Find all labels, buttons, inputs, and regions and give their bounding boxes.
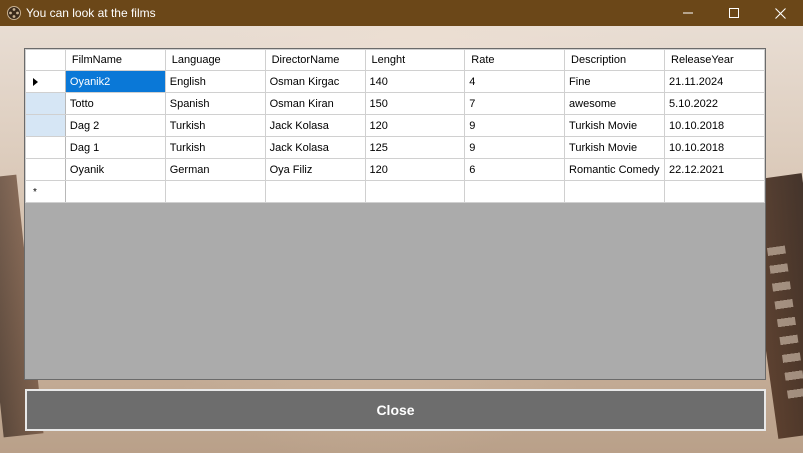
column-header-language[interactable]: Language — [164, 49, 266, 71]
row-header-new[interactable]: * — [25, 180, 66, 203]
table-cell[interactable]: 140 — [364, 70, 466, 93]
table-cell[interactable]: 9 — [464, 136, 566, 159]
new-row-marker: * — [33, 186, 37, 198]
column-header-rate[interactable]: Rate — [464, 49, 566, 71]
table-cell[interactable]: Turkish — [164, 136, 266, 159]
table-cell[interactable]: 150 — [364, 92, 466, 115]
table-row[interactable]: Oyanik2 English Osman Kirgac 140 4 Fine … — [25, 70, 765, 93]
row-header[interactable] — [25, 92, 66, 115]
column-header-description[interactable]: Description — [564, 49, 666, 71]
table-cell[interactable]: Spanish — [164, 92, 266, 115]
new-row-cell[interactable] — [164, 180, 266, 203]
table-cell[interactable]: Totto — [64, 92, 166, 115]
table-cell[interactable]: Turkish — [164, 114, 266, 137]
column-header-releaseyear[interactable]: ReleaseYear — [664, 49, 765, 71]
table-cell[interactable]: 120 — [364, 158, 466, 181]
table-cell[interactable]: 7 — [464, 92, 566, 115]
column-header-filmname[interactable]: FilmName — [64, 49, 166, 71]
table-cell[interactable]: 10.10.2018 — [664, 114, 765, 137]
table-cell[interactable]: Fine — [564, 70, 666, 93]
minimize-icon — [683, 12, 693, 14]
table-cell[interactable]: Oyanik2 — [64, 70, 166, 93]
table-row[interactable]: Dag 2 Turkish Jack Kolasa 120 9 Turkish … — [25, 114, 765, 137]
new-row-cell[interactable] — [464, 180, 566, 203]
table-cell[interactable]: 21.11.2024 — [664, 70, 765, 93]
film-reel-icon — [6, 5, 22, 21]
new-row-cell[interactable] — [364, 180, 466, 203]
title-bar[interactable]: You can look at the films — [0, 0, 803, 26]
table-cell[interactable]: awesome — [564, 92, 666, 115]
grid-corner-header[interactable] — [25, 49, 66, 71]
close-icon — [774, 7, 786, 19]
row-header[interactable] — [25, 114, 66, 137]
table-cell[interactable]: Turkish Movie — [564, 114, 666, 137]
table-row[interactable]: Totto Spanish Osman Kiran 150 7 awesome … — [25, 92, 765, 115]
new-row-cell[interactable] — [564, 180, 666, 203]
new-row-cell[interactable] — [64, 180, 166, 203]
current-row-arrow-icon — [33, 77, 38, 86]
table-cell[interactable]: Dag 1 — [64, 136, 166, 159]
close-button[interactable]: Close — [25, 389, 766, 431]
maximize-icon — [729, 8, 739, 18]
table-cell[interactable]: 120 — [364, 114, 466, 137]
table-cell[interactable]: 5.10.2022 — [664, 92, 765, 115]
new-row-cell[interactable] — [264, 180, 366, 203]
row-header[interactable] — [25, 158, 66, 181]
table-cell[interactable]: 125 — [364, 136, 466, 159]
table-cell[interactable]: Romantic Comedy — [564, 158, 666, 181]
films-data-grid[interactable]: FilmName Language DirectorName Lenght Ra… — [24, 48, 766, 380]
column-header-lenght[interactable]: Lenght — [364, 49, 466, 71]
table-cell[interactable]: Oya Filiz — [264, 158, 366, 181]
table-cell[interactable]: Osman Kiran — [264, 92, 366, 115]
table-cell[interactable]: 6 — [464, 158, 566, 181]
column-header-directorname[interactable]: DirectorName — [264, 49, 366, 71]
window-close-button[interactable] — [757, 0, 803, 26]
table-cell[interactable]: 4 — [464, 70, 566, 93]
maximize-button[interactable] — [711, 0, 757, 26]
table-cell[interactable]: 9 — [464, 114, 566, 137]
table-cell[interactable]: English — [164, 70, 266, 93]
new-row-cell[interactable] — [664, 180, 765, 203]
new-row[interactable]: * — [25, 180, 765, 203]
table-row[interactable]: Dag 1 Turkish Jack Kolasa 125 9 Turkish … — [25, 136, 765, 159]
table-cell[interactable]: Jack Kolasa — [264, 114, 366, 137]
row-header[interactable] — [25, 136, 66, 159]
table-cell[interactable]: Dag 2 — [64, 114, 166, 137]
table-cell[interactable]: German — [164, 158, 266, 181]
table-cell[interactable]: Oyanik — [64, 158, 166, 181]
table-cell[interactable]: 22.12.2021 — [664, 158, 765, 181]
table-cell[interactable]: Turkish Movie — [564, 136, 666, 159]
table-cell[interactable]: Jack Kolasa — [264, 136, 366, 159]
row-header-current[interactable] — [25, 70, 66, 93]
minimize-button[interactable] — [665, 0, 711, 26]
table-cell[interactable]: 10.10.2018 — [664, 136, 765, 159]
table-row[interactable]: Oyanik German Oya Filiz 120 6 Romantic C… — [25, 158, 765, 181]
table-cell[interactable]: Osman Kirgac — [264, 70, 366, 93]
grid-header-row: FilmName Language DirectorName Lenght Ra… — [25, 49, 765, 71]
window-title: You can look at the films — [26, 6, 156, 20]
